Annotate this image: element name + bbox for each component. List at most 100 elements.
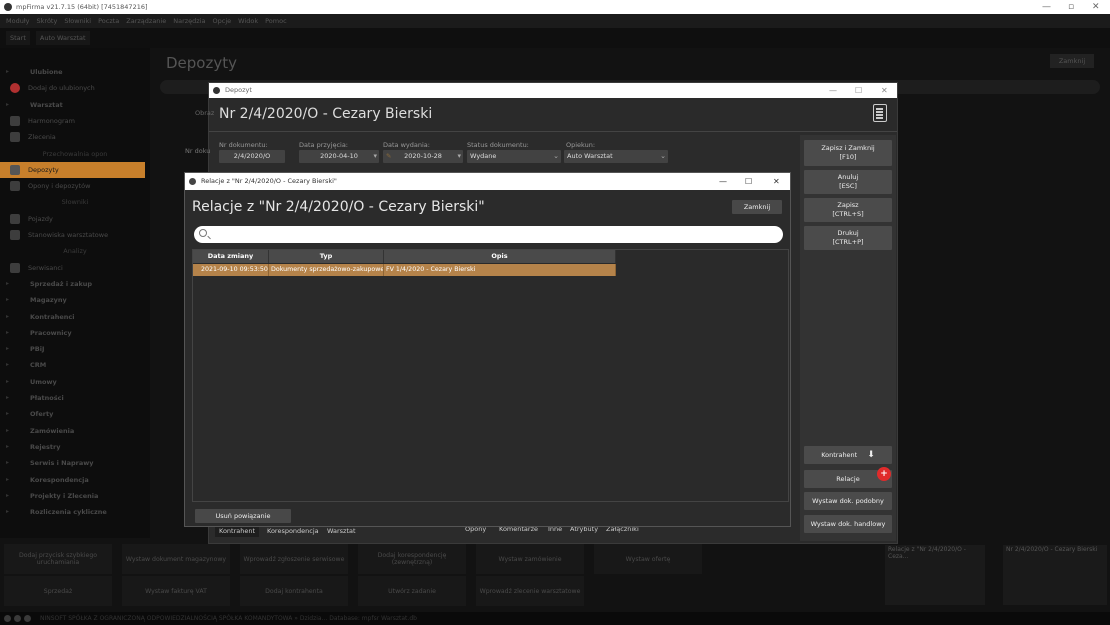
sidebar-item-label: Kontrahenci <box>30 312 75 321</box>
sidebar-item[interactable]: ▸ Rejestry <box>0 439 150 455</box>
quick-action-tile[interactable]: Sprzedaż <box>4 576 112 606</box>
sidebar-item-label: Przechowalnia opon <box>42 149 108 158</box>
close-icon[interactable]: ✕ <box>881 83 888 98</box>
tab-warsztat[interactable]: Warsztat <box>323 526 360 537</box>
sidebar-item-label: Serwis i Naprawy <box>30 459 94 468</box>
menu-item[interactable]: Poczta <box>98 17 119 25</box>
print-button[interactable]: Drukuj [CTRL+P] <box>804 226 892 250</box>
nr-dokumentu-label: Nr dokumentu: <box>219 141 268 149</box>
sidebar-item[interactable]: Dodaj do ulubionych <box>0 80 150 96</box>
status-dokumentu-select[interactable]: Wydane ⌄ <box>467 150 561 163</box>
sidebar-item[interactable]: ▸ Zamówienia <box>0 423 150 439</box>
sidebar-item-icon <box>10 213 20 224</box>
sidebar-item[interactable]: ▸ Projekty i Zlecenia <box>0 488 150 504</box>
sidebar-item-icon <box>10 83 20 94</box>
column-header-data-zmiany[interactable]: Data zmiany <box>193 250 269 263</box>
sidebar-item[interactable]: Słowniki <box>0 194 150 210</box>
close-icon[interactable]: ✕ <box>773 173 780 190</box>
quick-action-tile[interactable]: Wystaw zamówienie <box>476 544 584 574</box>
quick-action-tile[interactable]: Dodaj przycisk szybkiego uruchamiania <box>4 544 112 574</box>
minimize-icon[interactable]: — <box>1042 0 1051 14</box>
sidebar-item[interactable]: ▸ Sprzedaż i zakup <box>0 276 150 292</box>
menu-item[interactable]: Opcje <box>213 17 232 25</box>
sidebar-item[interactable]: ▸ Pracownicy <box>0 325 150 341</box>
menu-item[interactable]: Skróty <box>37 17 58 25</box>
sidebar-item[interactable]: ▸ Korespondencja <box>0 472 150 488</box>
menu-item[interactable]: Pomoc <box>265 17 287 25</box>
minimize-icon[interactable]: — <box>719 173 727 190</box>
save-and-close-button[interactable]: Zapisz i Zamknij [F10] <box>804 140 892 166</box>
sidebar-item[interactable]: Pojazdy <box>0 211 150 227</box>
quick-action-tile[interactable]: Dodaj korespondencję (zewnętrzną) <box>358 544 466 574</box>
sidebar-item[interactable]: ▸ Magazyny <box>0 292 150 308</box>
save-button[interactable]: Zapisz [CTRL+S] <box>804 198 892 222</box>
sidebar-item[interactable]: ▸ Warsztat <box>0 97 150 113</box>
quick-action-tile[interactable]: Wprowadź zgłoszenie serwisowe <box>240 544 348 574</box>
menu-item[interactable]: Narzędzia <box>173 17 205 25</box>
calendar-dropdown-icon[interactable]: ▾ <box>457 150 461 163</box>
sidebar-item-icon <box>10 115 20 126</box>
sidebar-item[interactable]: Analizy <box>0 243 150 259</box>
column-header-typ[interactable]: Typ <box>269 250 384 263</box>
data-przyjecia-field[interactable]: 2020-04-10 ▾ <box>299 150 379 163</box>
sidebar-item[interactable]: Przechowalnia opon <box>0 146 150 162</box>
column-header-opis[interactable]: Opis <box>384 250 616 263</box>
main-tab[interactable]: Auto Warsztat <box>35 31 90 45</box>
sidebar-item[interactable]: ▸ Rozliczenia cykliczne <box>0 504 150 520</box>
relacje-search-field[interactable] <box>194 226 783 243</box>
menu-item[interactable]: Słowniki <box>64 17 91 25</box>
quick-action-tile[interactable]: Wprowadź zlecenie warsztatowe <box>476 576 584 606</box>
quick-action-tile[interactable]: Wystaw ofertę <box>594 544 702 574</box>
sidebar-item[interactable]: Zlecenia <box>0 129 150 145</box>
close-icon[interactable]: ✕ <box>1092 0 1100 14</box>
sidebar-item[interactable]: Depozyty <box>0 161 145 178</box>
background-close-button[interactable]: Zamknij <box>1050 54 1094 68</box>
chevron-right-icon: ▸ <box>6 345 10 353</box>
sidebar-item[interactable]: ▸ PBiJ <box>0 341 150 357</box>
maximize-icon[interactable]: ☐ <box>745 173 752 190</box>
menu-item[interactable]: Widok <box>238 17 258 25</box>
quick-action-tile[interactable]: Dodaj kontrahenta <box>240 576 348 606</box>
sidebar-item-icon <box>10 132 20 143</box>
relacje-close-button[interactable]: Zamknij <box>732 200 782 214</box>
sidebar-item[interactable]: ▸ Ulubione <box>0 64 150 80</box>
sidebar-item[interactable]: ▸ Płatności <box>0 390 150 406</box>
wystaw-dok-podobny-button[interactable]: Wystaw dok. podobny <box>804 492 892 510</box>
quick-action-tile[interactable]: Utwórz zadanie <box>358 576 466 606</box>
sidebar-item[interactable]: Opony i depozytów <box>0 178 150 194</box>
sidebar-item[interactable]: Harmonogram <box>0 113 150 129</box>
sidebar-item[interactable]: ▸ Oferty <box>0 406 150 422</box>
menu-item[interactable]: Moduły <box>6 17 30 25</box>
usun-powiazanie-button[interactable]: Usuń powiązanie <box>195 509 291 523</box>
cancel-button[interactable]: Anuluj [ESC] <box>804 170 892 194</box>
quick-action-tile[interactable]: Wystaw dokument magazynowy <box>122 544 230 574</box>
sidebar-item[interactable]: ▸ CRM <box>0 357 150 373</box>
taskbar-thumbnail[interactable]: Relacje z "Nr 2/4/2020/O - Ceza... <box>885 545 985 605</box>
relacje-window-title: Relacje z "Nr 2/4/2020/O - Cezary Biersk… <box>201 177 337 185</box>
quick-action-tile[interactable]: Wystaw fakturę VAT <box>122 576 230 606</box>
data-wydania-field[interactable]: ✎ 2020-10-28 ▾ <box>383 150 463 163</box>
table-row[interactable]: 2021-09-10 09:53:50 Dokumenty sprzedażow… <box>193 264 616 276</box>
tab-korespondencja[interactable]: Korespondencja <box>263 526 323 537</box>
sidebar-item[interactable]: Serwisanci <box>0 260 150 276</box>
menu-item[interactable]: Zarządzanie <box>126 17 166 25</box>
calendar-dropdown-icon[interactable]: ▾ <box>373 150 377 163</box>
save-and-close-label: Zapisz i Zamknij <box>821 144 875 152</box>
relacje-search-input[interactable] <box>212 228 772 241</box>
minimize-icon[interactable]: — <box>829 83 837 98</box>
kontrahent-button[interactable]: Kontrahent ⬇ <box>804 446 892 464</box>
sidebar-item[interactable]: Stanowiska warsztatowe <box>0 227 150 243</box>
nr-dokumentu-field[interactable]: 2/4/2020/O <box>219 150 285 163</box>
maximize-icon[interactable]: ☐ <box>855 83 862 98</box>
sidebar-item[interactable]: ▸ Kontrahenci <box>0 309 150 325</box>
taskbar-thumbnail[interactable]: Nr 2/4/2020/O - Cezary Bierski <box>1003 545 1107 605</box>
save-shortcut: [CTRL+S] <box>832 210 864 218</box>
sidebar-item[interactable]: ▸ Serwis i Naprawy <box>0 455 150 471</box>
wystaw-dok-handlowy-button[interactable]: Wystaw dok. handlowy <box>804 515 892 533</box>
maximize-icon[interactable]: ▫ <box>1068 0 1074 14</box>
main-tab[interactable]: Start <box>6 31 30 45</box>
opiekun-select[interactable]: Auto Warsztat ⌄ <box>564 150 668 163</box>
tab-kontrahent[interactable]: Kontrahent <box>215 526 260 537</box>
sidebar-item[interactable]: ▸ Umowy <box>0 374 150 390</box>
relacje-add-icon[interactable]: + <box>877 467 891 481</box>
